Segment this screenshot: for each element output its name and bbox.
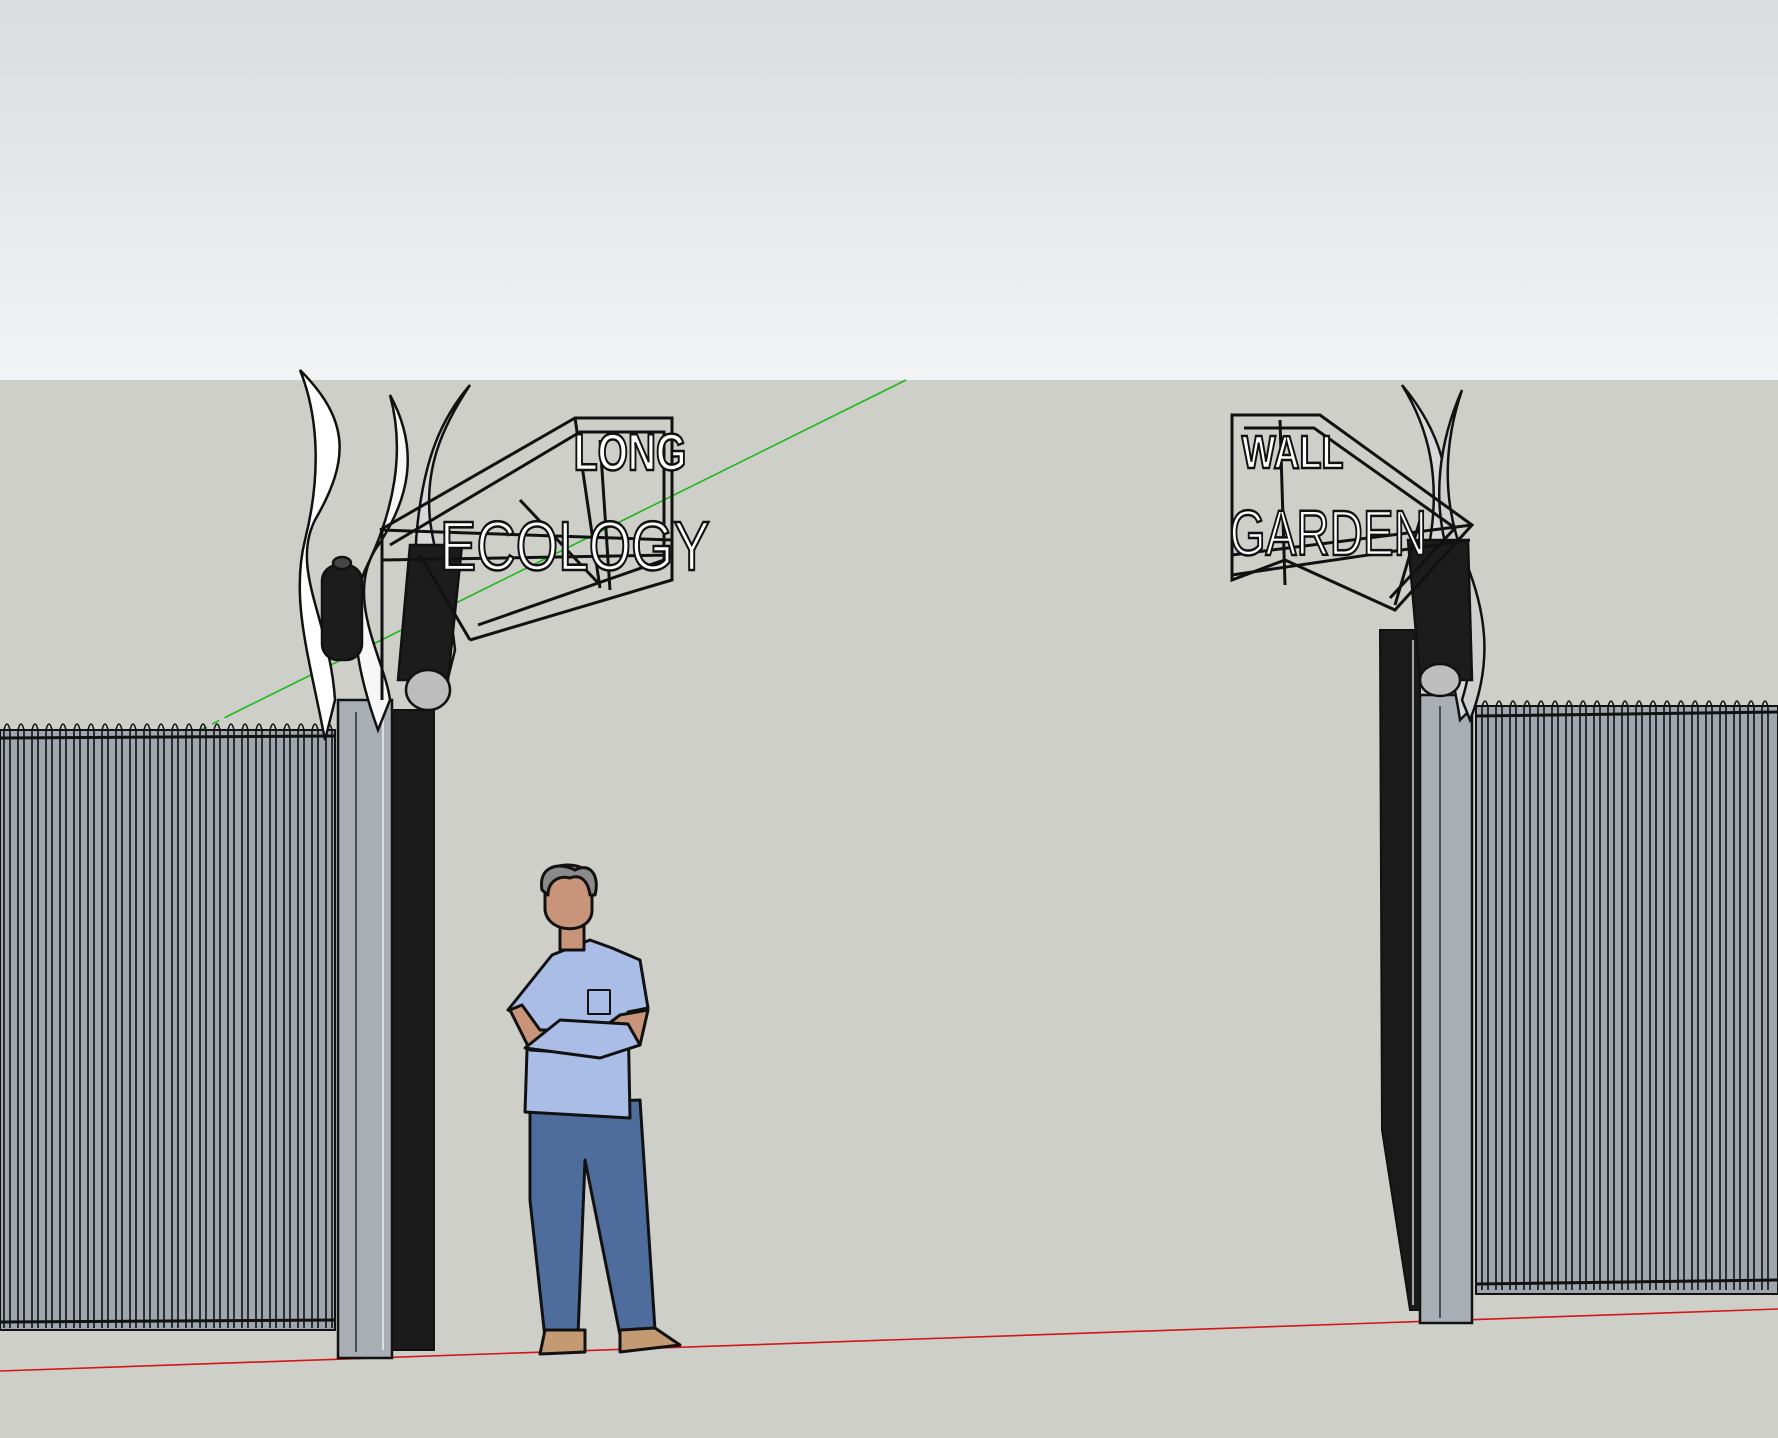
sign-word-wall: WALL <box>1242 427 1344 478</box>
sign-word-garden: GARDEN <box>1230 498 1427 569</box>
left-gate-post[interactable] <box>336 698 435 1360</box>
sign-word-long: LONG <box>574 422 687 481</box>
model-canvas[interactable]: LONG ECOLOGY WALL GARDEN <box>0 0 1778 1438</box>
sky <box>0 0 1778 380</box>
left-fence[interactable] <box>0 723 336 1331</box>
right-fence[interactable] <box>1475 700 1778 1295</box>
sketchup-viewport[interactable]: LONG ECOLOGY WALL GARDEN <box>0 0 1778 1438</box>
sign-word-ecology: ECOLOGY <box>440 508 710 586</box>
